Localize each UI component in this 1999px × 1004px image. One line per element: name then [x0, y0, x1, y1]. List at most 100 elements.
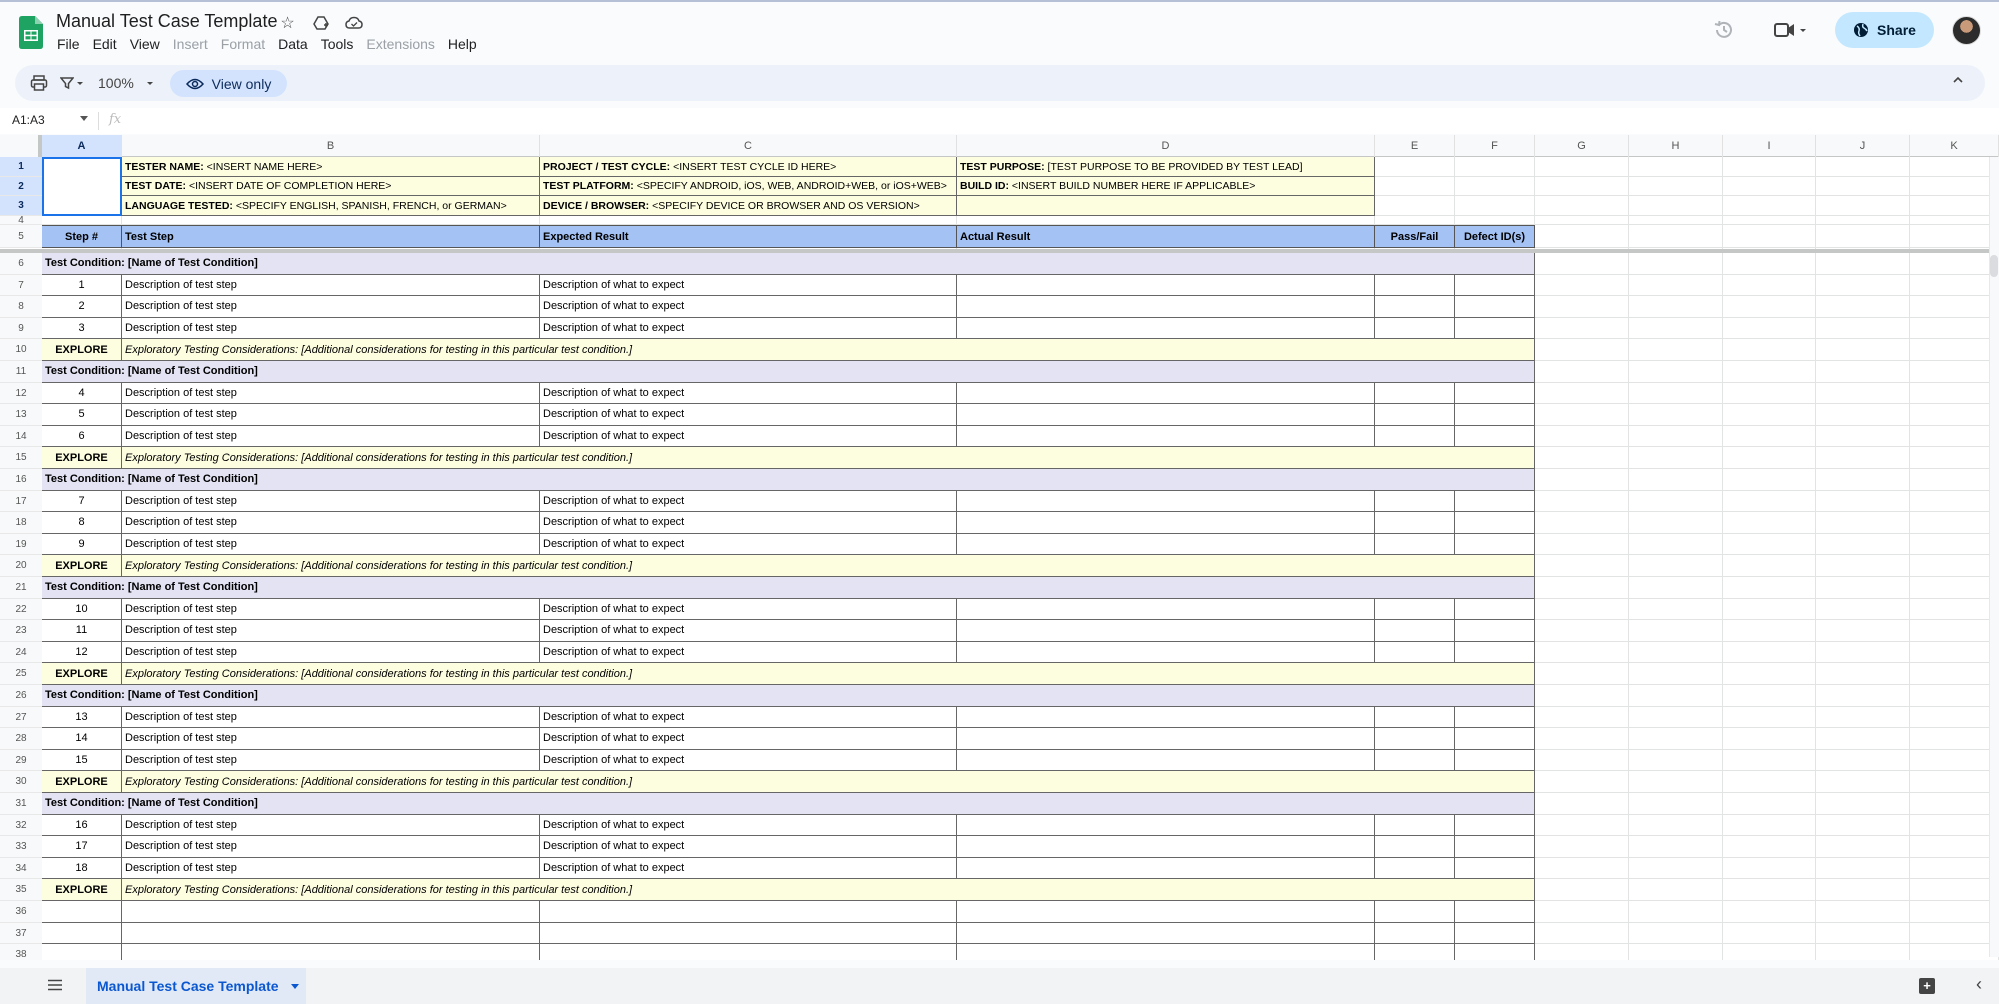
info-cell[interactable]: [957, 196, 1375, 216]
row-header-27[interactable]: 27: [0, 706, 42, 729]
test-condition-row[interactable]: Test Condition: [Name of Test Condition]: [42, 577, 1535, 599]
row-header-5[interactable]: 5: [0, 225, 42, 248]
actual-result-cell[interactable]: [957, 382, 1375, 405]
pass-fail-cell[interactable]: [1375, 706, 1455, 729]
defect-id-cell[interactable]: [1455, 317, 1535, 340]
empty-cell[interactable]: [1375, 922, 1455, 945]
test-step-cell[interactable]: Description of test step: [122, 296, 540, 318]
empty-cell[interactable]: [42, 922, 122, 945]
pass-fail-cell[interactable]: [1375, 274, 1455, 297]
expected-result-cell[interactable]: Description of what to expect: [540, 317, 957, 340]
test-step-cell[interactable]: Description of test step: [122, 512, 540, 534]
row-header-23[interactable]: 23: [0, 620, 42, 642]
expected-result-cell[interactable]: Description of what to expect: [540, 425, 957, 448]
defect-id-cell[interactable]: [1455, 382, 1535, 405]
row-header-10[interactable]: 10: [0, 339, 42, 361]
filter-button[interactable]: [60, 65, 86, 101]
explore-label[interactable]: EXPLORE: [42, 771, 122, 793]
column-header-d[interactable]: D: [957, 135, 1375, 157]
test-step-cell[interactable]: Description of test step: [122, 814, 540, 837]
test-condition-row[interactable]: Test Condition: [Name of Test Condition]: [42, 469, 1535, 491]
pass-fail-cell[interactable]: [1375, 382, 1455, 405]
cloud-status-icon[interactable]: [344, 13, 363, 32]
table-header-1[interactable]: Test Step: [122, 225, 540, 248]
actual-result-cell[interactable]: [957, 512, 1375, 534]
table-header-3[interactable]: Actual Result: [957, 225, 1375, 248]
step-number[interactable]: 2: [42, 296, 122, 318]
row-header-32[interactable]: 32: [0, 814, 42, 837]
explore-label[interactable]: EXPLORE: [42, 555, 122, 577]
row-header-22[interactable]: 22: [0, 598, 42, 621]
step-number[interactable]: 11: [42, 620, 122, 642]
column-header-i[interactable]: I: [1723, 135, 1816, 157]
defect-id-cell[interactable]: [1455, 641, 1535, 664]
empty-cell[interactable]: [42, 944, 122, 960]
expected-result-cell[interactable]: Description of what to expect: [540, 274, 957, 297]
test-step-cell[interactable]: Description of test step: [122, 425, 540, 448]
step-number[interactable]: 8: [42, 512, 122, 534]
table-header-4[interactable]: Pass/Fail: [1375, 225, 1455, 248]
pass-fail-cell[interactable]: [1375, 728, 1455, 750]
empty-cell[interactable]: [122, 944, 540, 960]
actual-result-cell[interactable]: [957, 749, 1375, 772]
actual-result-cell[interactable]: [957, 274, 1375, 297]
side-panel-collapse-icon[interactable]: ‹: [1976, 974, 1982, 995]
step-number[interactable]: 9: [42, 533, 122, 556]
expected-result-cell[interactable]: Description of what to expect: [540, 857, 957, 880]
test-step-cell[interactable]: Description of test step: [122, 836, 540, 858]
defect-id-cell[interactable]: [1455, 274, 1535, 297]
row-header-14[interactable]: 14: [0, 425, 42, 448]
menu-tools[interactable]: Tools: [321, 36, 362, 52]
document-title[interactable]: Manual Test Case Template: [56, 11, 277, 32]
actual-result-cell[interactable]: [957, 620, 1375, 642]
test-step-cell[interactable]: Description of test step: [122, 749, 540, 772]
expected-result-cell[interactable]: Description of what to expect: [540, 706, 957, 729]
row-header-31[interactable]: 31: [0, 793, 42, 815]
step-number[interactable]: 13: [42, 706, 122, 729]
expected-result-cell[interactable]: Description of what to expect: [540, 382, 957, 405]
test-condition-row[interactable]: Test Condition: [Name of Test Condition]: [42, 253, 1535, 275]
pass-fail-cell[interactable]: [1375, 404, 1455, 426]
test-step-cell[interactable]: Description of test step: [122, 706, 540, 729]
spreadsheet-grid[interactable]: ABCDEFGHIJK 1 2 3 4 5 6 7 8 9 10 11 12 13 14 15 16 17 18 1…: [0, 135, 1999, 960]
test-step-cell[interactable]: Description of test step: [122, 857, 540, 880]
print-button[interactable]: [30, 65, 48, 101]
step-number[interactable]: 16: [42, 814, 122, 837]
step-number[interactable]: 5: [42, 404, 122, 426]
explore-label[interactable]: EXPLORE: [42, 879, 122, 901]
name-box-dropdown-icon[interactable]: [80, 116, 88, 121]
column-header-g[interactable]: G: [1535, 135, 1629, 157]
sheets-logo-icon[interactable]: [19, 16, 43, 49]
expected-result-cell[interactable]: Description of what to expect: [540, 641, 957, 664]
explore-label[interactable]: EXPLORE: [42, 663, 122, 685]
row-header-17[interactable]: 17: [0, 490, 42, 513]
column-header-e[interactable]: E: [1375, 135, 1455, 157]
row-header-34[interactable]: 34: [0, 857, 42, 880]
sheet-tab-dropdown-icon[interactable]: [290, 983, 299, 989]
pass-fail-cell[interactable]: [1375, 512, 1455, 534]
row-header-36[interactable]: 36: [0, 901, 42, 923]
star-icon[interactable]: ☆: [278, 13, 297, 32]
exploratory-considerations[interactable]: Exploratory Testing Considerations: [Add…: [122, 663, 1535, 685]
frozen-rows-divider[interactable]: [0, 249, 1999, 253]
column-header-f[interactable]: F: [1455, 135, 1535, 157]
collapse-toolbar-button[interactable]: [1951, 73, 1965, 92]
test-step-cell[interactable]: Description of test step: [122, 641, 540, 664]
expected-result-cell[interactable]: Description of what to expect: [540, 728, 957, 750]
empty-cell[interactable]: [42, 901, 122, 923]
defect-id-cell[interactable]: [1455, 620, 1535, 642]
pass-fail-cell[interactable]: [1375, 490, 1455, 513]
test-step-cell[interactable]: Description of test step: [122, 533, 540, 556]
defect-id-cell[interactable]: [1455, 512, 1535, 534]
row-header-15[interactable]: 15: [0, 447, 42, 469]
actual-result-cell[interactable]: [957, 598, 1375, 621]
actual-result-cell[interactable]: [957, 490, 1375, 513]
expected-result-cell[interactable]: Description of what to expect: [540, 404, 957, 426]
row-header-19[interactable]: 19: [0, 533, 42, 556]
test-condition-row[interactable]: Test Condition: [Name of Test Condition]: [42, 361, 1535, 383]
view-only-button[interactable]: View only: [170, 70, 287, 97]
pass-fail-cell[interactable]: [1375, 857, 1455, 880]
actual-result-cell[interactable]: [957, 533, 1375, 556]
explore-label[interactable]: EXPLORE: [42, 447, 122, 469]
actual-result-cell[interactable]: [957, 857, 1375, 880]
